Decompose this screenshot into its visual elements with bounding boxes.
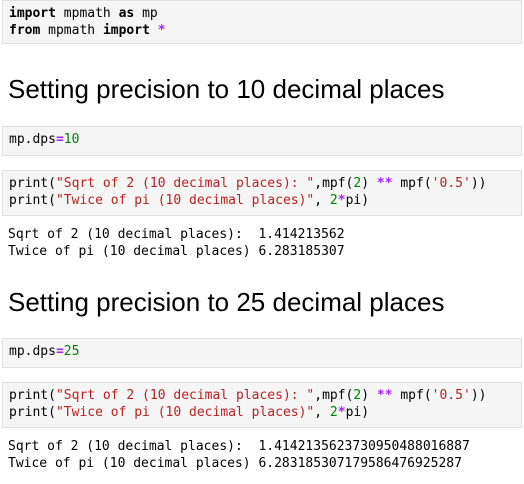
output-sqrt-10: Sqrt of 2 (10 decimal places): 1.4142135… — [8, 227, 345, 242]
code-line-print-sqrt-25: print("Sqrt of 2 (10 decimal places): ",… — [9, 388, 487, 403]
code-line-from-mpmath: from mpmath import * — [9, 23, 166, 38]
code-cell-print-25[interactable]: print("Sqrt of 2 (10 decimal places): ",… — [2, 382, 522, 428]
code-cell-print-10[interactable]: print("Sqrt of 2 (10 decimal places): ",… — [2, 170, 522, 216]
code-line-dps-25: mp.dps=25 — [9, 344, 80, 359]
code-line-print-pi-25: print("Twice of pi (10 decimal places)",… — [9, 405, 370, 420]
heading-precision-10: Setting precision to 10 decimal places — [8, 74, 445, 104]
code-cell-dps-25[interactable]: mp.dps=25 — [2, 338, 522, 368]
code-line-import-mpmath: import mpmath as mp — [9, 6, 158, 21]
output-pi-10: Twice of pi (10 decimal places) 6.283185… — [8, 244, 345, 259]
code-line-print-sqrt: print("Sqrt of 2 (10 decimal places): ",… — [9, 176, 487, 191]
code-cell-dps-10[interactable]: mp.dps=10 — [2, 126, 522, 156]
code-line-print-pi: print("Twice of pi (10 decimal places)",… — [9, 193, 370, 208]
code-cell-imports[interactable]: import mpmath as mp from mpmath import * — [2, 0, 522, 44]
output-sqrt-25: Sqrt of 2 (10 decimal places): 1.4142135… — [8, 439, 470, 454]
output-pi-25: Twice of pi (10 decimal places) 6.283185… — [8, 456, 462, 471]
heading-precision-25: Setting precision to 25 decimal places — [8, 287, 445, 317]
code-line-dps-10: mp.dps=10 — [9, 132, 80, 147]
